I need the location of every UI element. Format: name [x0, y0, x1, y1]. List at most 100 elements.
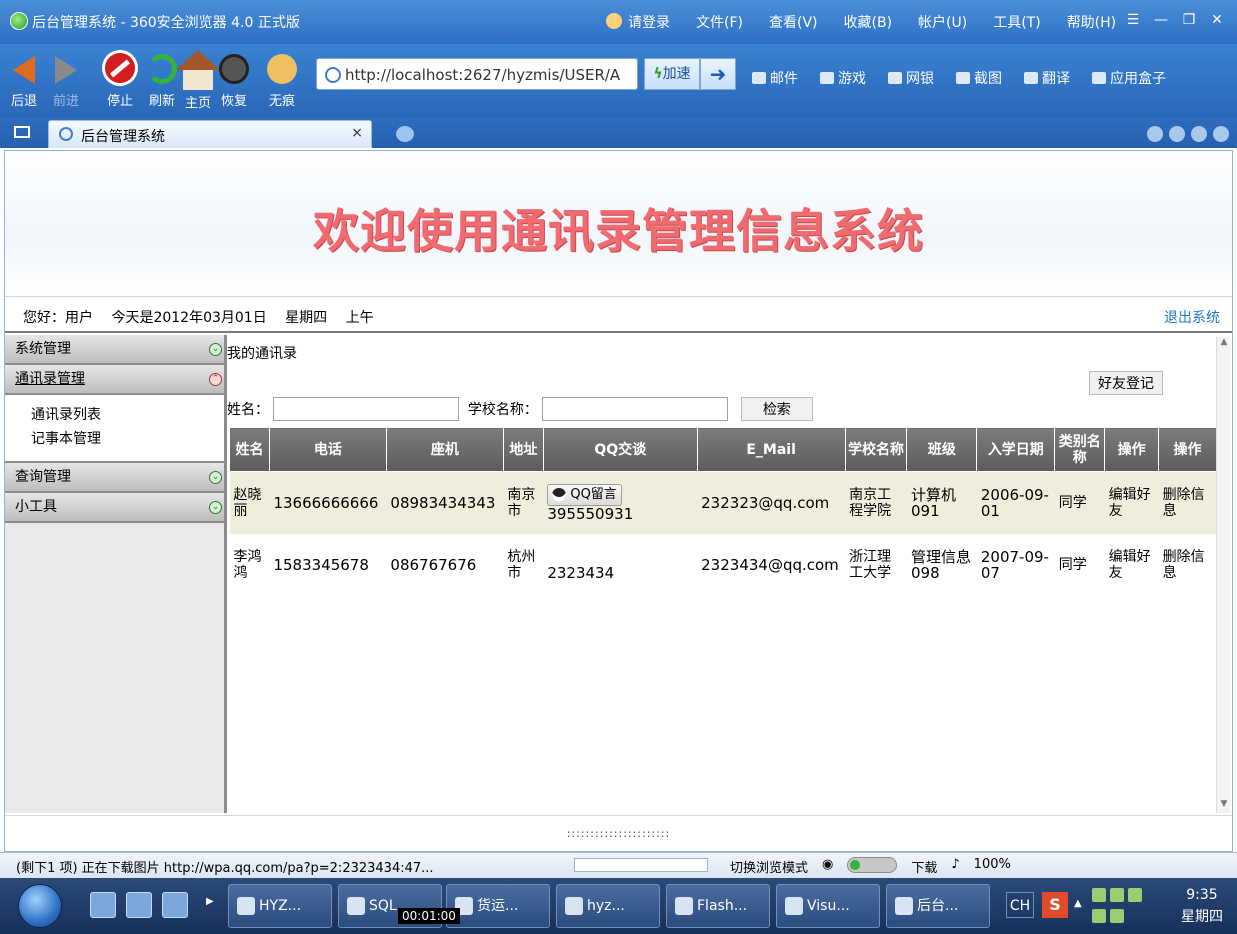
tab-prev-icon[interactable] — [1147, 126, 1163, 142]
restore-button[interactable]: 恢复 — [212, 48, 256, 109]
menu-help[interactable]: 帮助(H) — [1067, 12, 1116, 32]
menu-tools[interactable]: 工具(T) — [993, 12, 1040, 32]
user-icon — [606, 13, 622, 29]
search-button[interactable]: 检索 — [740, 397, 813, 421]
contacts-table: 姓名 电话 座机 地址 QQ交谈 E_Mail 学校名称 班级 入学日期 类别名… — [229, 427, 1217, 596]
menu-view[interactable]: 查看(V) — [769, 12, 818, 32]
zoom-level[interactable]: 100% — [974, 857, 1011, 876]
tray-expand-icon[interactable]: ▲ — [1074, 898, 1082, 909]
cell-school: 浙江理工大学 — [845, 533, 907, 596]
status-bar: (剩下1 项) 正在下载图片 http://wpa.qq.com/pa?p=2:… — [0, 852, 1237, 878]
mail-tool[interactable]: 邮件 — [752, 68, 798, 88]
login-menu[interactable]: 请登录 — [606, 12, 670, 32]
scroll-up-icon[interactable]: ▲ — [1217, 337, 1231, 351]
taskbar-button-visual-studio[interactable]: Visu... — [776, 884, 880, 928]
search-form: 姓名： 学校名称： 检索 — [227, 397, 813, 421]
school-search-input[interactable] — [542, 397, 729, 421]
frame-splitter[interactable]: :::::::::::::::::::::: — [5, 815, 1232, 851]
tray-app-icon[interactable] — [1110, 888, 1124, 902]
banking-tool[interactable]: 网银 — [888, 68, 934, 88]
column-header: 操作 — [1158, 427, 1217, 472]
speed-mode-toggle[interactable] — [847, 857, 898, 873]
tab-close-all-icon[interactable] — [1213, 126, 1229, 142]
logout-link[interactable]: 退出系统 — [1164, 307, 1220, 327]
delete-info-link[interactable]: 删除信息 — [1158, 471, 1217, 534]
column-header: 入学日期 — [976, 427, 1056, 472]
column-header: 班级 — [906, 427, 978, 472]
cell-qq: 2323434 — [543, 533, 698, 596]
tray-app-icon[interactable] — [1092, 888, 1106, 902]
back-button[interactable]: 后退 — [2, 48, 46, 109]
delete-info-link[interactable]: 删除信息 — [1158, 533, 1217, 596]
tab-dropdown-icon[interactable] — [1191, 126, 1207, 142]
menu-favorites[interactable]: 收藏(B) — [844, 12, 893, 32]
browse-mode-toggle[interactable]: 切换浏览模式 — [730, 857, 808, 876]
address-input[interactable] — [345, 64, 625, 86]
taskbar-button-freight[interactable]: 货运... — [446, 884, 550, 928]
language-indicator[interactable]: CH — [1006, 892, 1034, 918]
app-box-tool[interactable]: 应用盒子 — [1092, 68, 1166, 88]
games-tool[interactable]: 游戏 — [820, 68, 866, 88]
translate-tool[interactable]: 翻译 — [1024, 68, 1070, 88]
accelerate-button[interactable]: ϟ加速 — [644, 58, 700, 90]
screenshot-icon — [956, 72, 970, 84]
name-search-input[interactable] — [273, 397, 460, 421]
column-header: QQ交谈 — [542, 427, 698, 472]
ie-compat-icon[interactable]: ◉ — [822, 857, 833, 876]
tray-app-icon[interactable] — [1110, 909, 1124, 923]
sidebar-system-management[interactable]: 系统管理 ⌄ — [5, 335, 224, 365]
forward-button[interactable]: 前进 — [44, 48, 88, 109]
settings-menu-icon[interactable]: ☰ — [1119, 10, 1147, 30]
start-button[interactable] — [18, 884, 62, 928]
new-tab-icon[interactable] — [396, 126, 414, 142]
taskbar-button-hyz2[interactable]: hyz... — [556, 884, 660, 928]
vertical-scrollbar[interactable]: ▲ ▼ — [1216, 337, 1230, 813]
taskbar-button-flash[interactable]: Flash... — [666, 884, 770, 928]
menu-account[interactable]: 帐户(U) — [918, 12, 967, 32]
maximize-button[interactable]: ❐ — [1175, 10, 1203, 30]
address-bar[interactable] — [316, 58, 638, 90]
refresh-label: 刷新 — [148, 94, 175, 109]
cell-phone: 13666666666 — [269, 471, 387, 534]
sidebar-item-contact-list[interactable]: 通讯录列表 — [31, 403, 224, 427]
taskbar-clock[interactable]: 9:35 星期四 — [1170, 884, 1234, 928]
close-window-button[interactable]: ✕ — [1203, 10, 1231, 30]
sidebar-tools[interactable]: 小工具 ⌄ — [5, 493, 224, 523]
column-header: E_Mail — [696, 427, 846, 472]
no-trace-button[interactable]: 无痕 — [260, 48, 304, 109]
qq-message-button[interactable]: QQ留言 — [547, 483, 622, 506]
ime-icon[interactable]: S — [1042, 892, 1068, 918]
download-button[interactable]: 下载 — [911, 857, 937, 876]
sidebar-query-management[interactable]: 查询管理 ⌄ — [5, 463, 224, 493]
quicklaunch-expand-icon[interactable]: ▶ — [206, 896, 214, 907]
go-button[interactable]: ➜ — [700, 58, 736, 90]
quicklaunch-app-icon[interactable] — [126, 892, 152, 918]
taskbar-button-hyz[interactable]: HYZ... — [228, 884, 332, 928]
sidebar-contacts-management[interactable]: 通讯录管理 ⌃ — [5, 365, 224, 395]
tab-close-icon[interactable]: × — [351, 125, 363, 141]
edit-friend-link[interactable]: 编辑好友 — [1104, 533, 1159, 596]
tab-list-icon[interactable] — [14, 126, 30, 138]
taskbar-button-admin-browser[interactable]: 后台... — [886, 884, 990, 928]
restore-label: 恢复 — [220, 94, 247, 109]
screenshot-tool[interactable]: 截图 — [956, 68, 1002, 88]
sidebar-item-notebook[interactable]: 记事本管理 — [31, 427, 224, 451]
stop-button[interactable]: 停止 — [98, 48, 142, 109]
add-friend-button[interactable]: 好友登记 — [1089, 371, 1163, 395]
column-header: 电话 — [268, 427, 387, 472]
show-desktop-icon[interactable] — [90, 892, 116, 918]
qq-number: 2323434 — [547, 563, 615, 582]
ie-icon[interactable] — [162, 892, 188, 918]
minimize-button[interactable]: — — [1147, 10, 1175, 30]
tray-app-icon[interactable] — [1092, 909, 1106, 923]
tab-admin-system[interactable]: 后台管理系统 × — [48, 120, 372, 148]
browser-toolbar: 后退 前进 停止 刷新 主页 恢复 无痕 ϟ加速 ➜ 邮件 游戏 网银 截图 翻… — [0, 44, 1237, 118]
tab-next-icon[interactable] — [1169, 126, 1185, 142]
scroll-down-icon[interactable]: ▼ — [1217, 799, 1231, 813]
sound-icon[interactable]: ♪ — [951, 857, 959, 876]
menu-file[interactable]: 文件(F) — [696, 12, 743, 32]
edit-friend-link[interactable]: 编辑好友 — [1104, 471, 1159, 534]
tray-app-icon[interactable] — [1128, 888, 1142, 902]
globe-icon — [59, 127, 73, 141]
back-label: 后退 — [10, 94, 37, 109]
